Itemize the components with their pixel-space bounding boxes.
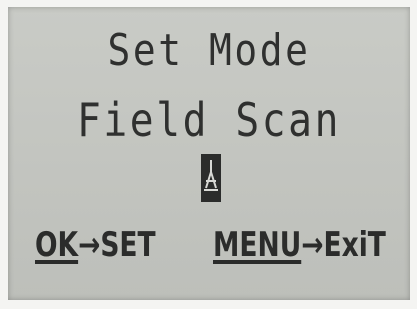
antenna-cursor-icon xyxy=(201,154,221,202)
lcd-screen: Set Mode Field Scan OK→SET MENU→ExiT xyxy=(8,7,410,300)
menu-action-label: ExiT xyxy=(323,225,386,265)
menu-exit-hint[interactable]: MENU→ExiT xyxy=(213,225,386,265)
device-frame: Set Mode Field Scan OK→SET MENU→ExiT xyxy=(0,0,417,309)
arrow-icon: → xyxy=(78,225,101,265)
screen-title: Set Mode xyxy=(107,25,311,76)
ok-key: OK xyxy=(35,225,79,265)
ok-action-label: SET xyxy=(100,225,156,265)
ok-set-hint[interactable]: OK→SET xyxy=(35,225,156,265)
menu-key: MENU xyxy=(213,225,302,265)
mode-value[interactable]: Field Scan xyxy=(36,93,382,147)
arrow-icon: → xyxy=(301,225,324,265)
